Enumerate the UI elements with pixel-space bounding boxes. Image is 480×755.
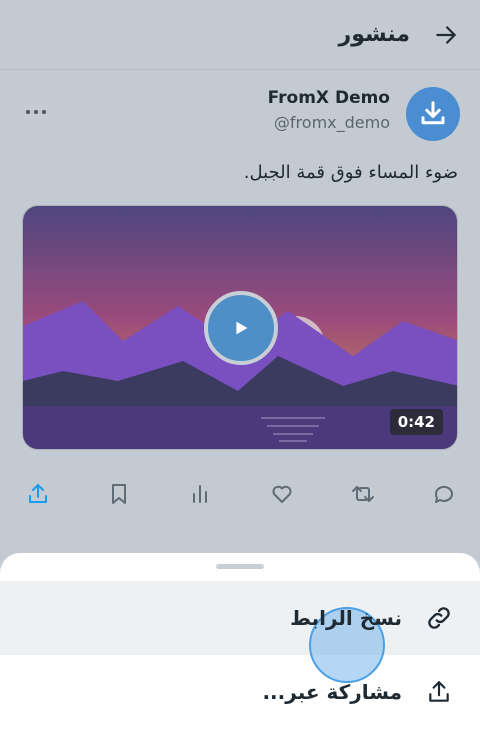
avatar[interactable] xyxy=(406,87,460,141)
heart-icon xyxy=(272,485,292,503)
arrow-right-icon xyxy=(436,25,456,44)
repost-button[interactable] xyxy=(347,478,379,510)
share-post-button[interactable] xyxy=(22,478,54,510)
share-icon xyxy=(29,484,48,503)
share-via-label: مشاركة عبر... xyxy=(262,680,402,704)
play-icon xyxy=(236,321,248,335)
download-icon xyxy=(421,101,445,125)
author-block: FromX Demo @fromx_demo xyxy=(268,88,390,132)
video-duration: 0:42 xyxy=(389,409,443,435)
share-via-item[interactable]: مشاركة عبر... xyxy=(0,655,480,729)
author-name[interactable]: FromX Demo xyxy=(268,88,390,108)
post-text: ضوء المساء فوق قمة الجبل. xyxy=(243,162,458,183)
bookmark-button[interactable] xyxy=(103,478,135,510)
share-icon xyxy=(424,677,454,707)
share-sheet: نسخ الرابط مشاركة عبر... xyxy=(0,553,480,755)
sheet-grabber[interactable] xyxy=(216,564,264,569)
page-title: منشور xyxy=(338,22,410,47)
stats-icon xyxy=(193,485,208,503)
author-handle[interactable]: @fromx_demo xyxy=(268,113,390,132)
play-button[interactable] xyxy=(204,291,278,365)
video-player[interactable]: 0:42 xyxy=(22,205,458,450)
repost-icon xyxy=(351,486,374,502)
reply-button[interactable] xyxy=(428,478,460,510)
more-dots-icon xyxy=(26,110,46,114)
copy-link-item[interactable]: نسخ الرابط xyxy=(0,581,480,683)
link-icon xyxy=(424,603,454,633)
copy-link-label: نسخ الرابط xyxy=(290,606,402,630)
like-button[interactable] xyxy=(266,478,298,510)
reply-icon xyxy=(434,485,453,503)
header-bar: منشور xyxy=(0,0,480,70)
more-options-button[interactable] xyxy=(22,98,50,126)
bookmark-icon xyxy=(112,484,127,504)
post-header: FromX Demo @fromx_demo xyxy=(22,84,460,144)
post-actions xyxy=(22,474,460,514)
views-button[interactable] xyxy=(184,478,216,510)
back-button[interactable] xyxy=(426,15,466,55)
